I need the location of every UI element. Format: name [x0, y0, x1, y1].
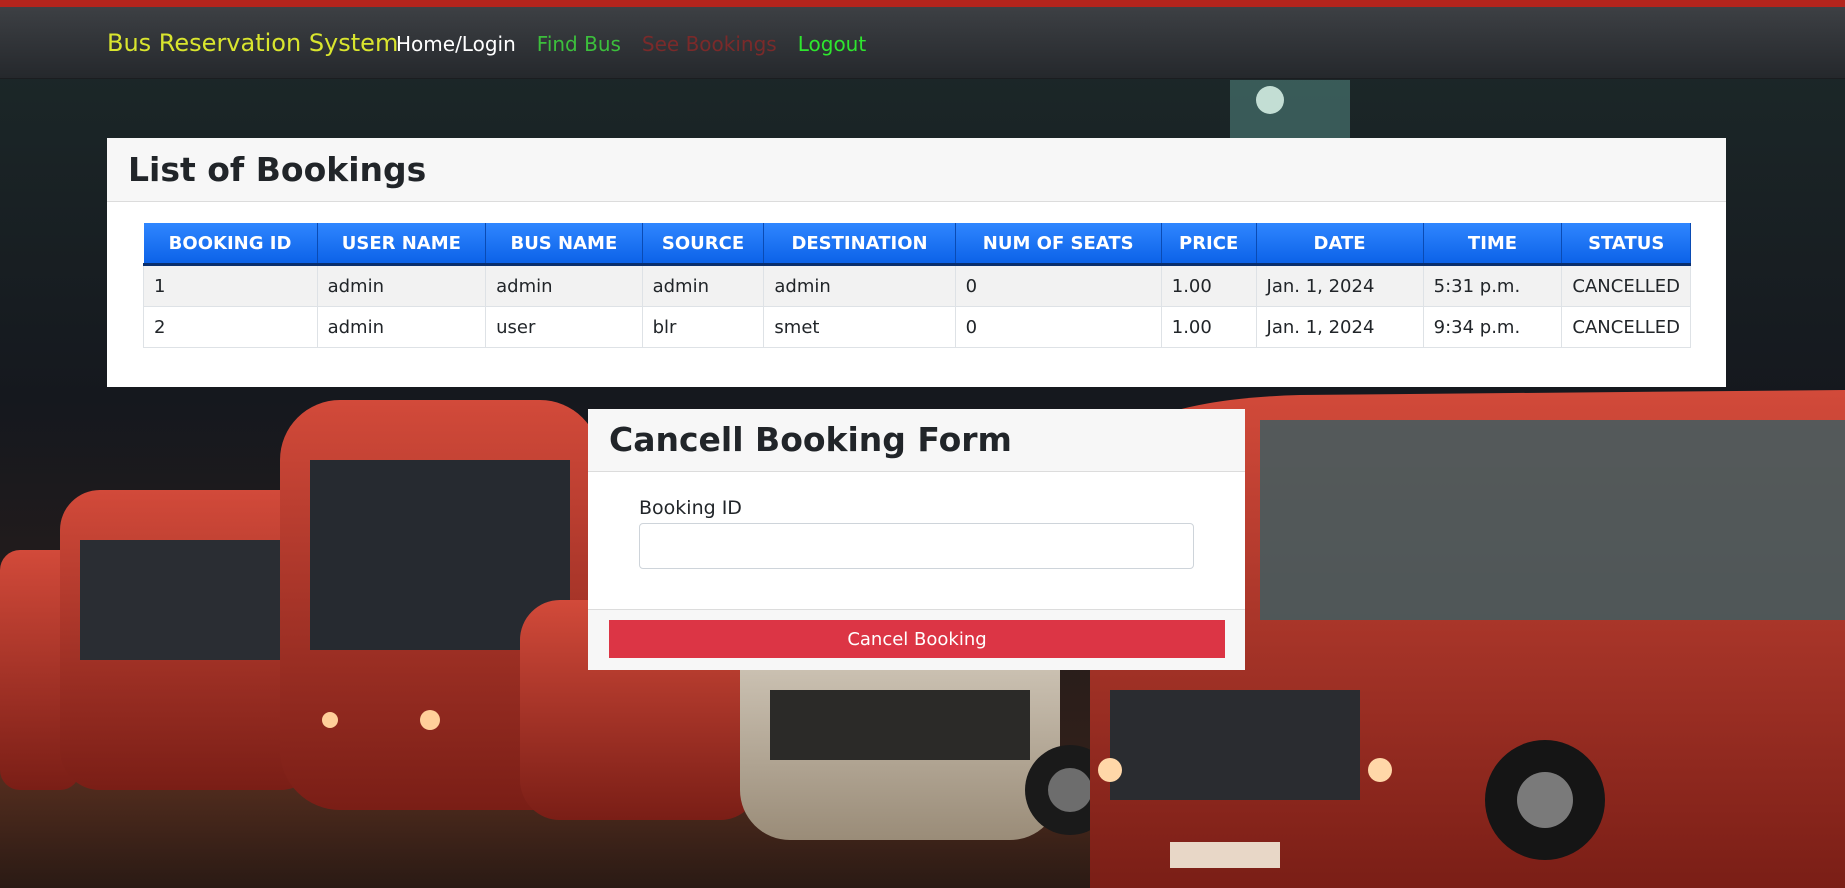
bookings-title: List of Bookings — [107, 138, 1726, 202]
cell-price: 1.00 — [1160, 306, 1257, 348]
nav-link-see-bookings[interactable]: See Bookings — [642, 32, 777, 56]
brand-logo[interactable]: Bus Reservation System — [107, 29, 398, 57]
cancel-form-footer: Cancel Booking — [588, 609, 1245, 670]
cell-time: 9:34 p.m. — [1422, 306, 1563, 348]
col-price: PRICE — [1161, 223, 1257, 266]
cell-bus-name: admin — [485, 264, 643, 307]
cell-num-of-seats: 0 — [954, 306, 1162, 348]
col-source: SOURCE — [642, 223, 765, 266]
cell-time: 5:31 p.m. — [1422, 264, 1563, 307]
col-booking-id: BOOKING ID — [143, 223, 318, 266]
cell-destination: admin — [763, 264, 956, 307]
col-date: DATE — [1256, 223, 1424, 266]
table-header-row: BOOKING ID USER NAME BUS NAME SOURCE DES… — [143, 223, 1691, 266]
top-accent-stripe — [0, 0, 1845, 7]
col-destination: DESTINATION — [763, 223, 956, 266]
cell-user-name: admin — [316, 306, 487, 348]
cell-booking-id: 2 — [143, 306, 318, 348]
col-user-name: USER NAME — [317, 223, 487, 266]
col-time: TIME — [1423, 223, 1563, 266]
cell-price: 1.00 — [1160, 264, 1257, 307]
nav-links: Home/Login Find Bus See Bookings Logout — [396, 32, 866, 56]
cell-destination: smet — [763, 306, 956, 348]
table-row: 1 admin admin admin admin 0 1.00 Jan. 1,… — [143, 264, 1691, 307]
cancel-booking-button[interactable]: Cancel Booking — [609, 620, 1225, 658]
cell-bus-name: user — [485, 306, 643, 348]
cancel-booking-panel: Cancell Booking Form Booking ID Cancel B… — [588, 409, 1245, 670]
cell-source: blr — [641, 306, 765, 348]
booking-id-label: Booking ID — [639, 497, 742, 519]
nav-link-home-login[interactable]: Home/Login — [396, 32, 516, 56]
cell-num-of-seats: 0 — [954, 264, 1162, 307]
cell-status: CANCELLED — [1561, 264, 1691, 307]
cell-status: CANCELLED — [1561, 306, 1691, 348]
table-row: 2 admin user blr smet 0 1.00 Jan. 1, 202… — [143, 306, 1691, 348]
col-bus-name: BUS NAME — [485, 223, 643, 266]
col-status: STATUS — [1561, 223, 1691, 266]
navbar: Bus Reservation System Home/Login Find B… — [0, 7, 1845, 79]
bookings-panel: List of Bookings BOOKING ID USER NAME BU… — [107, 138, 1726, 387]
cell-user-name: admin — [316, 264, 487, 307]
nav-link-logout[interactable]: Logout — [798, 32, 866, 56]
cell-source: admin — [641, 264, 765, 307]
cell-date: Jan. 1, 2024 — [1255, 306, 1424, 348]
nav-link-find-bus[interactable]: Find Bus — [537, 32, 621, 56]
cancel-form-title: Cancell Booking Form — [588, 409, 1245, 472]
col-num-of-seats: NUM OF SEATS — [955, 223, 1162, 266]
bookings-table: BOOKING ID USER NAME BUS NAME SOURCE DES… — [143, 223, 1691, 348]
cell-date: Jan. 1, 2024 — [1255, 264, 1424, 307]
booking-id-input[interactable] — [639, 523, 1194, 569]
cell-booking-id: 1 — [143, 264, 318, 307]
